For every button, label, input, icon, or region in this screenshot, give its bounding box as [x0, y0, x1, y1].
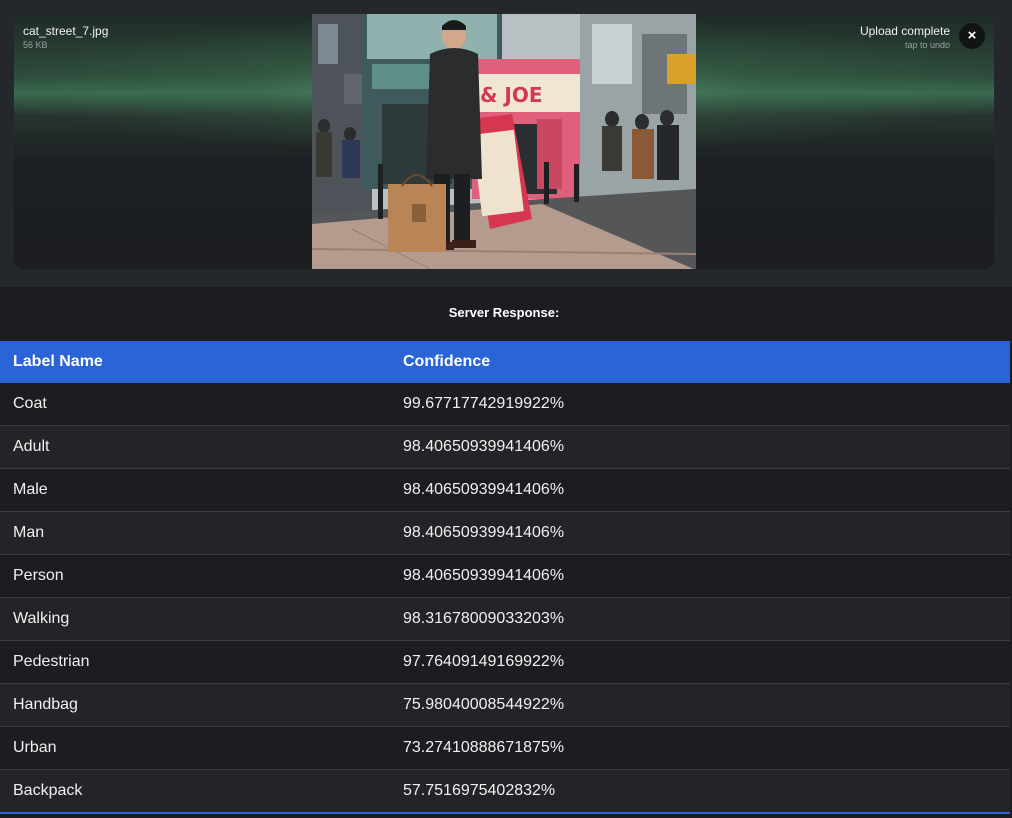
confidence-cell: 97.76409149169922% [390, 640, 1010, 684]
page: cat_street_7.jpg 56 KB & JOE Upload comp… [0, 0, 1012, 818]
table-row: Person 98.40650939941406% [0, 554, 1010, 598]
close-icon[interactable]: × [959, 23, 985, 49]
label-cell: Coat [0, 383, 390, 426]
table-row: Urban 73.27410888671875% [0, 726, 1010, 770]
label-cell: Pedestrian [0, 640, 390, 684]
header-confidence: Confidence [390, 341, 1010, 383]
label-cell: Urban [0, 726, 390, 770]
file-name: cat_street_7.jpg [23, 24, 109, 38]
confidence-cell: 73.27410888671875% [390, 726, 1010, 770]
undo-hint[interactable]: tap to undo [905, 40, 950, 50]
upload-status: Upload complete [859, 24, 950, 38]
confidence-cell: 98.31678009033203% [390, 597, 1010, 641]
upload-panel: cat_street_7.jpg 56 KB & JOE Upload comp… [0, 0, 1012, 287]
label-cell: Walking [0, 597, 390, 641]
uploaded-image-preview: & JOE [312, 14, 696, 269]
table-row: Walking 98.31678009033203% [0, 597, 1010, 641]
confidence-cell: 98.40650939941406% [390, 468, 1010, 512]
table-row: Coat 99.67717742919922% [0, 383, 1010, 426]
table-row: Backpack 57.7516975402832% [0, 769, 1010, 814]
table-row: Pedestrian 97.76409149169922% [0, 640, 1010, 684]
label-cell: Handbag [0, 683, 390, 727]
table-row: Handbag 75.98040008544922% [0, 683, 1010, 727]
results-table: Label Name Confidence Coat 99.6771774291… [0, 341, 1010, 814]
server-response-title: Server Response: [448, 305, 560, 320]
table-row: Male 98.40650939941406% [0, 468, 1010, 512]
table-header-row: Label Name Confidence [0, 341, 1010, 383]
confidence-cell: 75.98040008544922% [390, 683, 1010, 727]
table-row: Man 98.40650939941406% [0, 511, 1010, 555]
confidence-cell: 98.40650939941406% [390, 511, 1010, 555]
label-cell: Male [0, 468, 390, 512]
label-cell: Person [0, 554, 390, 598]
confidence-cell: 57.7516975402832% [390, 769, 1010, 814]
confidence-cell: 98.40650939941406% [390, 554, 1010, 598]
label-cell: Adult [0, 425, 390, 469]
confidence-cell: 98.40650939941406% [390, 425, 1010, 469]
shop-sign-text: & JOE [480, 83, 543, 107]
uploaded-file-card: cat_street_7.jpg 56 KB & JOE Upload comp… [14, 14, 994, 269]
table-row: Adult 98.40650939941406% [0, 425, 1010, 469]
label-cell: Backpack [0, 769, 390, 814]
file-size: 56 KB [23, 40, 48, 50]
label-cell: Man [0, 511, 390, 555]
header-label-name: Label Name [0, 341, 390, 383]
confidence-cell: 99.67717742919922% [390, 383, 1010, 426]
